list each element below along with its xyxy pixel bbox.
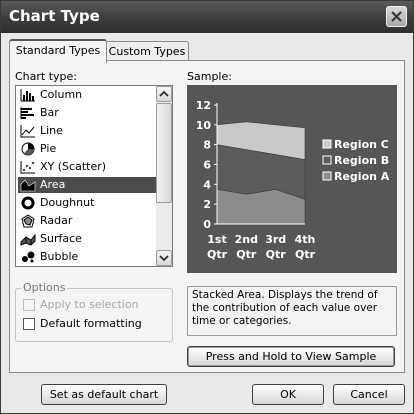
- y-tick-label: 8: [203, 139, 211, 152]
- tab-label: Custom Types: [108, 45, 186, 58]
- list-item-label: Surface: [40, 232, 82, 245]
- chart-type-label: Chart type:: [15, 70, 78, 83]
- list-item-label: Radar: [40, 214, 73, 227]
- list-item-label: Column: [40, 88, 83, 101]
- y-tick-label: 6: [203, 159, 211, 172]
- scroll-thumb[interactable]: [156, 103, 172, 203]
- y-tick-label: 2: [203, 198, 211, 211]
- x-tick-label: 3rd: [265, 233, 286, 246]
- legend-label: Region B: [334, 154, 389, 167]
- list-item[interactable]: Line: [18, 123, 156, 139]
- list-item-label: Pie: [40, 142, 57, 155]
- chevron-up-icon: [159, 90, 169, 97]
- cancel-button[interactable]: Cancel: [333, 384, 405, 405]
- x-tick-label: Qtr: [295, 248, 316, 261]
- list-item[interactable]: Radar: [18, 213, 156, 229]
- ok-button[interactable]: OK: [252, 384, 324, 405]
- chart-type-dialog: Chart Type Standard Types Custom Types C…: [0, 0, 414, 414]
- doughnut-chart-icon: [21, 196, 35, 210]
- x-tick-label: 1st: [207, 233, 226, 246]
- close-icon: [391, 11, 402, 22]
- chevron-down-icon: [159, 255, 169, 262]
- sample-preview: 0 2 4 6 8 10 12 1st Qtr 2nd Qtr 3rd Qtr 4th Qtr Region …: [187, 85, 397, 273]
- list-item[interactable]: Bar: [18, 105, 156, 121]
- x-tick-label: Qtr: [236, 248, 257, 261]
- sample-label: Sample:: [187, 70, 232, 83]
- list-item[interactable]: XY (Scatter): [18, 159, 156, 175]
- list-item-label: XY (Scatter): [40, 160, 107, 173]
- y-tick-label: 0: [203, 218, 211, 231]
- list-item[interactable]: Column: [18, 87, 156, 103]
- x-tick-label: Qtr: [266, 248, 287, 261]
- list-item[interactable]: Doughnut: [18, 195, 156, 211]
- list-item-label: Area: [40, 178, 66, 191]
- list-item-label: Doughnut: [40, 196, 95, 209]
- scroll-down-button[interactable]: [156, 250, 172, 266]
- x-tick-label: 2nd: [235, 233, 258, 246]
- options-legend: Options: [21, 281, 68, 294]
- pie-chart-icon: [21, 142, 35, 156]
- button-label: OK: [280, 388, 296, 401]
- button-label: Press and Hold to View Sample: [205, 350, 377, 363]
- legend-swatch: [322, 171, 332, 181]
- list-item-label: Bar: [40, 106, 59, 119]
- legend-swatch: [322, 139, 332, 149]
- y-tick-label: 4: [203, 178, 211, 191]
- radar-chart-icon: [21, 214, 35, 228]
- button-label: Set as default chart: [49, 388, 159, 401]
- tab-standard-types[interactable]: Standard Types: [9, 39, 107, 63]
- list-item-label: Bubble: [40, 250, 79, 263]
- tab-custom-types[interactable]: Custom Types: [105, 41, 189, 62]
- x-tick-label: Qtr: [207, 248, 228, 261]
- bar-chart-icon: [20, 107, 34, 119]
- list-item[interactable]: Pie: [18, 141, 156, 157]
- chart-type-list[interactable]: Column Bar Line Pie XY (Scatter) Area Do…: [15, 85, 173, 267]
- list-item[interactable]: Bubble: [18, 249, 156, 265]
- default-formatting-label: Default formatting: [40, 317, 142, 330]
- legend-swatch: [322, 155, 332, 165]
- column-chart-icon: [20, 89, 35, 102]
- chart-description: Stacked Area. Displays the trend of the …: [192, 289, 378, 327]
- list-scrollbar[interactable]: [156, 86, 172, 266]
- apply-to-selection-checkbox[interactable]: [23, 299, 35, 311]
- title-bar[interactable]: Chart Type: [1, 1, 413, 33]
- tab-label: Standard Types: [15, 44, 101, 57]
- set-default-chart-button[interactable]: Set as default chart: [41, 384, 167, 405]
- apply-to-selection-label: Apply to selection: [40, 298, 139, 311]
- sample-chart: 0 2 4 6 8 10 12 1st Qtr 2nd Qtr 3rd Qtr 4th Qtr Region …: [196, 99, 390, 261]
- y-tick-label: 10: [196, 119, 212, 132]
- line-chart-icon: [20, 125, 35, 138]
- press-and-hold-button[interactable]: Press and Hold to View Sample: [187, 346, 395, 367]
- bubble-chart-icon: [22, 251, 35, 263]
- chart-description-box: Stacked Area. Displays the trend of the …: [187, 286, 397, 336]
- surface-chart-icon: [20, 233, 36, 246]
- scroll-up-button[interactable]: [156, 86, 172, 102]
- legend-label: Region C: [334, 138, 389, 151]
- list-item-label: Line: [40, 124, 63, 137]
- legend-label: Region A: [334, 170, 390, 183]
- options-group: Options: [15, 281, 173, 342]
- list-item[interactable]: Surface: [18, 231, 156, 247]
- scatter-chart-icon: [20, 161, 35, 174]
- close-button[interactable]: [386, 6, 407, 27]
- default-formatting-checkbox[interactable]: [23, 318, 35, 330]
- window-title: Chart Type: [9, 7, 100, 25]
- y-tick-label: 12: [196, 99, 211, 112]
- button-label: Cancel: [350, 388, 388, 401]
- x-tick-label: 4th: [295, 233, 316, 246]
- list-item-selected[interactable]: Area: [18, 177, 156, 193]
- area-chart-icon: [20, 179, 36, 192]
